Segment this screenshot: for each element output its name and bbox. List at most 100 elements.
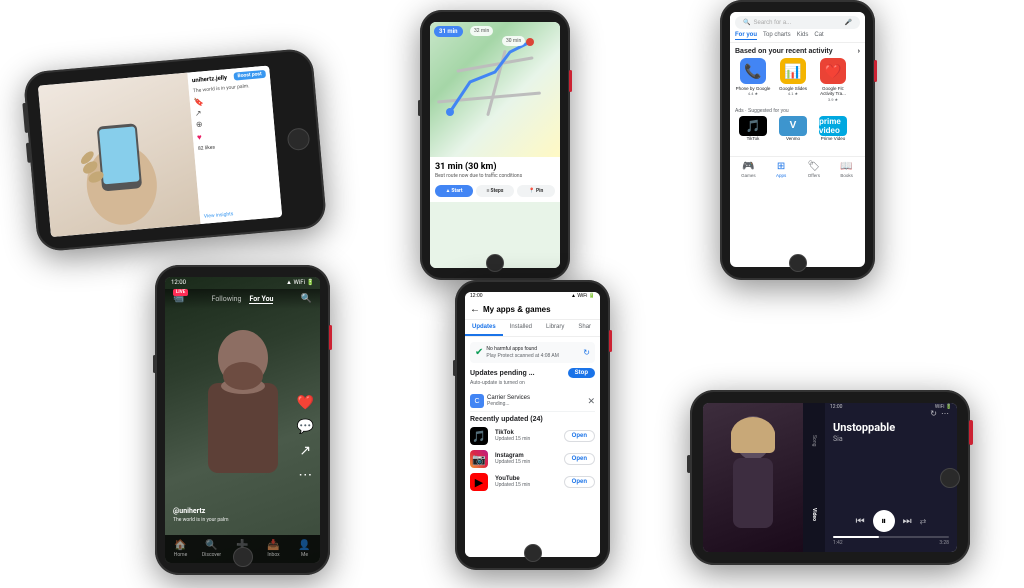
volume-button[interactable] [453,360,456,376]
stop-update-button[interactable]: Stop [568,368,595,378]
tiktok-video[interactable]: 12:00 ▲ WiFi 🔋 📹 Following For You 🔍 LIV… [165,277,320,563]
maps-eta-badge: 31 min [434,26,463,37]
tiktok-heart-icon[interactable]: ❤️ [297,395,314,411]
tiktok-screen: 12:00 ▲ WiFi 🔋 📹 Following For You 🔍 LIV… [165,277,320,563]
tiktok-top-bar: 📹 Following For You 🔍 [165,289,320,309]
tab-following[interactable]: Following [212,295,242,304]
steps-icon: ≡ [487,188,490,194]
maps-map[interactable]: 31 min 32 min 30 min [430,22,560,157]
maps-alt-time-2: 30 min [502,36,525,46]
home-button[interactable] [940,468,960,488]
home-button[interactable] [233,547,253,567]
tiktok-nav-home[interactable]: 🏠 Home [165,540,196,558]
updates-pending-label: Updates pending ... [470,370,535,377]
music-time: 12:00 [830,404,842,410]
home-button[interactable] [486,254,504,272]
power-button[interactable] [569,70,572,92]
play-app-fit[interactable]: ❤️ Google Fit: Activity Tra... 3.9 ★ [815,58,851,102]
tab-video[interactable]: Video [803,478,825,553]
maps-pin-button[interactable]: 📍 Pin [517,185,555,197]
music-tabs: Song Video [803,403,825,552]
tiktok-search-icon[interactable]: 🔍 [301,294,312,304]
tiktok-nav-profile[interactable]: 👤 Me [289,540,320,558]
refresh-icon[interactable]: ↻ [583,348,590,357]
offers-icon: 🏷 [808,161,821,172]
maps-steps-button[interactable]: ≡ Steps [476,185,514,197]
play-nav-books[interactable]: 📖 Books [830,161,863,178]
play-search-bar[interactable]: 🔍 Search for a... 🎤 [735,16,860,29]
tab-for-you[interactable]: For You [249,295,273,304]
tab-installed[interactable]: Installed [503,320,539,336]
volume-up-button[interactable] [22,103,29,133]
youtube-open-button[interactable]: Open [564,476,595,488]
power-button[interactable] [329,325,332,350]
home-button[interactable] [524,544,542,562]
music-screen: Song Video 12:00 WiFi 🔋 ↻ ⋯ Unstoppable … [703,403,957,552]
music-shuffle-button[interactable]: ⇄ [920,517,927,526]
back-button[interactable]: ← [470,304,480,315]
play-nav-apps[interactable]: ⊞ Apps [765,161,798,178]
music-progress-bar[interactable] [833,536,949,538]
play-nav-offers[interactable]: 🏷 Offers [798,161,831,178]
tiktok-open-button[interactable]: Open [564,430,595,442]
volume-button[interactable] [418,100,421,116]
play-suggested-venmo[interactable]: V Venmo [775,116,811,141]
ig-likes-count: 82 likes [198,140,272,152]
tab-updates[interactable]: Updates [465,320,503,336]
music-playback-controls: ⏮ ⏸ ⏭ ⇄ [833,510,949,532]
maps-route-note: Best route now due to traffic conditions [435,173,555,180]
tiktok-share-icon[interactable]: ↗ [299,443,311,459]
tiktok-side-actions: ❤️ 💬 ↗ ⋯ [297,395,314,483]
tab-top-charts[interactable]: Top charts [763,32,791,40]
instagram-open-button[interactable]: Open [564,453,595,465]
music-current-time: 1:42 [833,540,843,546]
music-skip-forward-button[interactable]: ⏭ [903,516,912,527]
updates-tabs: Updates Installed Library Shar [465,320,600,337]
prime-app-name: Prime Video [821,136,845,141]
instagram-app-row: 📷 Instagram Updated 15 min Open [470,450,595,468]
tiktok-nav-inbox[interactable]: 📥 Inbox [258,540,289,558]
music-pause-button[interactable]: ⏸ [873,510,895,532]
tiktok-status-bar: 12:00 ▲ WiFi 🔋 [165,277,320,288]
instagram-photo [38,73,201,237]
music-skip-back-button[interactable]: ⏮ [856,516,865,527]
volume-button[interactable] [153,355,156,373]
view-insights-button[interactable]: View insights [203,203,278,219]
chevron-right-icon[interactable]: › [858,48,860,55]
maps-eta-text: 31 min (30 km) [435,162,555,172]
music-artist-photo [703,403,803,552]
fit-app-name: Google Fit: Activity Tra... [815,86,851,97]
tab-for-you[interactable]: For you [735,32,757,40]
play-suggested-tiktok[interactable]: 🎵 TikTok [735,116,771,141]
discover-icon: 🔍 [205,540,217,551]
play-app-phone[interactable]: 📞 Phone by Google 4.4 ★ [735,58,771,102]
power-button[interactable] [874,60,877,82]
home-button[interactable] [287,127,311,151]
tab-share[interactable]: Shar [571,320,598,336]
boost-post-button[interactable]: Boost post [233,70,266,81]
tiktok-more-icon[interactable]: ⋯ [298,467,312,483]
tiktok-tabs: Following For You [212,295,274,304]
phone-play-updates: 12:00 ▲ WiFi 🔋 ← My apps & games Updates… [455,280,610,570]
tiktok-caption: The world is in your palm [173,517,270,523]
volume-down-button[interactable] [26,143,32,163]
carrier-services-row: C Carrier Services Pending... ✕ [470,391,595,412]
volume-button[interactable] [687,455,691,473]
tab-kids[interactable]: Kids [797,32,809,40]
tiktok-status-icons: ▲ WiFi 🔋 [286,279,314,286]
cancel-update-button[interactable]: ✕ [587,396,595,407]
power-button[interactable] [969,420,973,445]
profile-icon: 👤 [298,540,310,551]
home-button[interactable] [789,254,807,272]
play-nav-games[interactable]: 🎮 Games [732,161,765,178]
tab-library[interactable]: Library [539,320,571,336]
play-suggested-prime[interactable]: prime video Prime Video [815,116,851,141]
power-button[interactable] [609,330,612,352]
tab-song[interactable]: Song [803,403,825,478]
maps-alt-time-1: 32 min [470,26,493,36]
play-app-slides[interactable]: 📊 Google Slides 4.1 ★ [775,58,811,102]
tiktok-comment-icon[interactable]: 💬 [297,419,314,435]
maps-start-button[interactable]: ▲ Start [435,185,473,197]
tiktok-nav-discover[interactable]: 🔍 Discover [196,540,227,558]
tab-categories[interactable]: Cat [814,32,823,40]
